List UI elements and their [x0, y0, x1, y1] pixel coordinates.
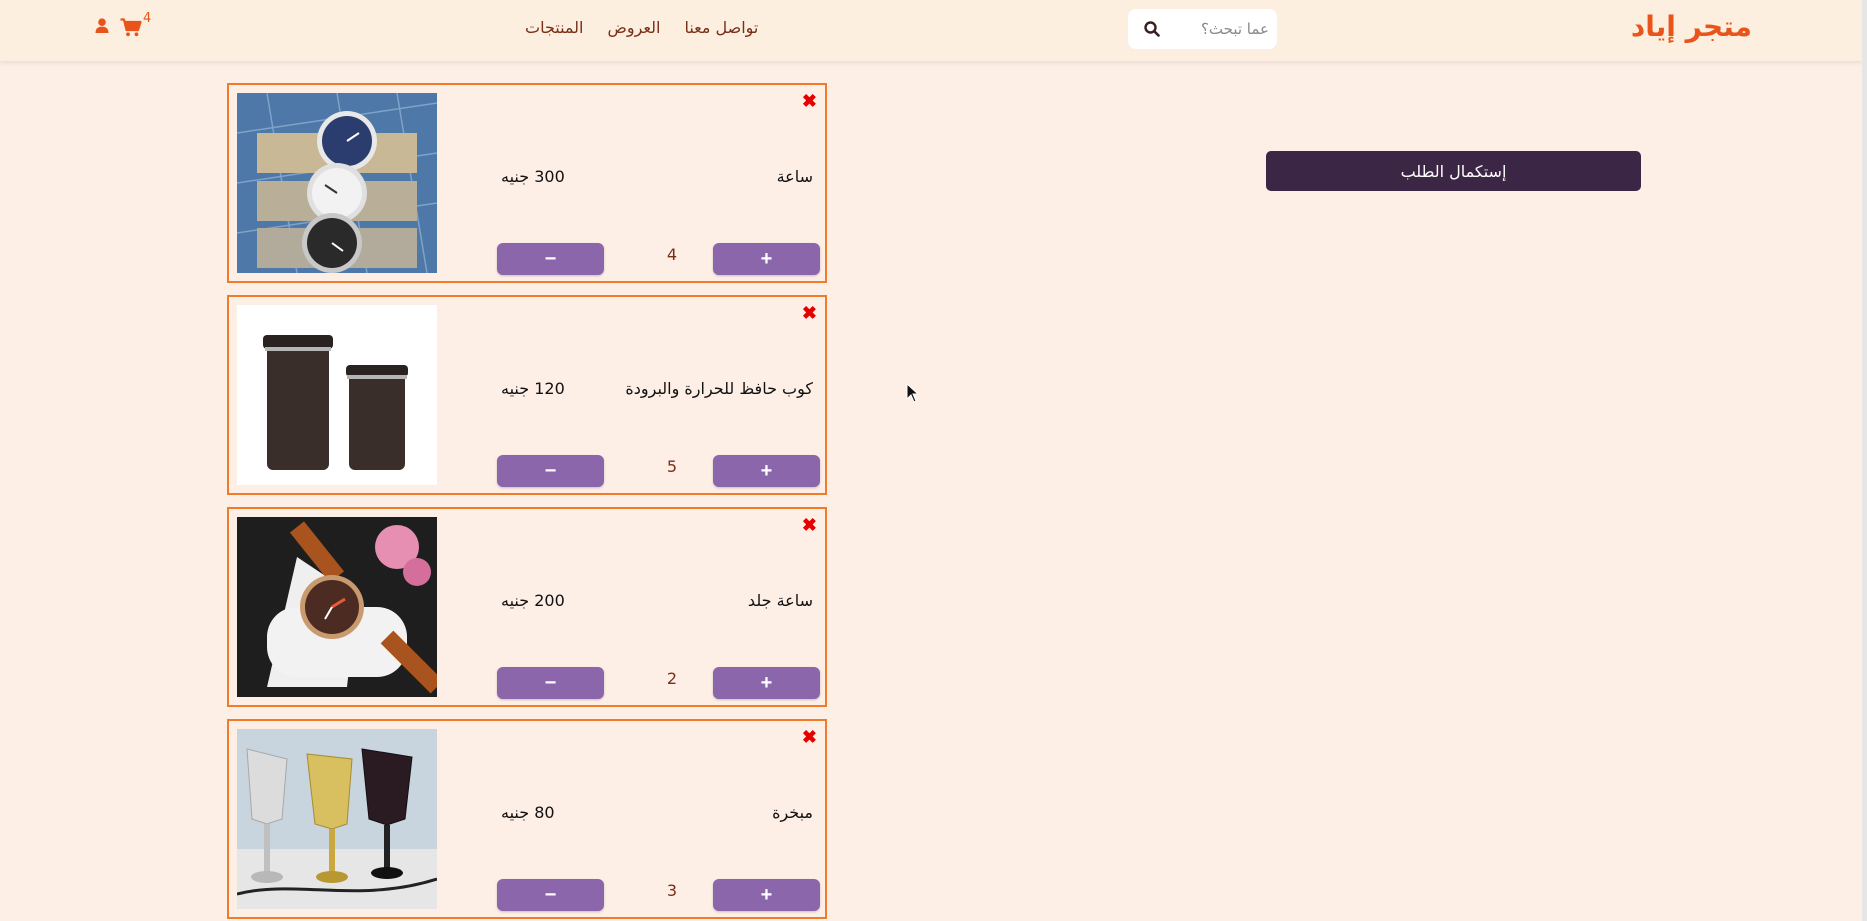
product-image-leather-watch: [237, 517, 437, 697]
scrollbar[interactable]: [1862, 0, 1867, 921]
product-price: 300 جنيه: [501, 167, 565, 186]
increase-qty-button[interactable]: +: [713, 243, 820, 275]
product-image-cup: [237, 305, 437, 485]
product-name: ساعة: [776, 167, 813, 186]
quantity-value: 5: [666, 457, 678, 476]
search-input[interactable]: [1167, 9, 1277, 49]
decrease-qty-button[interactable]: −: [497, 455, 604, 487]
nav-products[interactable]: المنتجات: [525, 18, 584, 37]
cart-icon[interactable]: [120, 18, 142, 41]
quantity-value: 4: [666, 245, 678, 264]
product-image-watch: [237, 93, 437, 273]
cart-count-badge: 4: [143, 11, 152, 26]
nav-contact[interactable]: تواصل معنا: [684, 18, 758, 37]
nav-links: المنتجات العروض تواصل معنا: [525, 18, 758, 37]
quantity-value: 2: [666, 669, 678, 688]
cart-item: ✖ كوب حافظ للحرارة والبرودة 120 جنيه − 5…: [227, 295, 827, 495]
increase-qty-button[interactable]: +: [713, 879, 820, 911]
navbar: متجر إياد المنتجات العروض تواصل معنا 4: [0, 0, 1862, 61]
product-name: ساعة جلد: [747, 591, 813, 610]
user-icon[interactable]: [95, 18, 109, 38]
remove-item-button[interactable]: ✖: [802, 515, 817, 536]
decrease-qty-button[interactable]: −: [497, 879, 604, 911]
search-box: [1128, 9, 1277, 49]
remove-item-button[interactable]: ✖: [802, 91, 817, 112]
decrease-qty-button[interactable]: −: [497, 667, 604, 699]
cart-item: ✖ مبخرة 80 جنيه − 3 +: [227, 719, 827, 919]
quantity-value: 3: [666, 881, 678, 900]
brand-logo[interactable]: متجر إياد: [1631, 10, 1752, 43]
remove-item-button[interactable]: ✖: [802, 303, 817, 324]
product-price: 200 جنيه: [501, 591, 565, 610]
cart-item: ✖ ساعة 300 جنيه − 4 +: [227, 83, 827, 283]
increase-qty-button[interactable]: +: [713, 667, 820, 699]
product-name: كوب حافظ للحرارة والبرودة: [625, 379, 813, 398]
checkout-button[interactable]: إستكمال الطلب: [1266, 151, 1641, 191]
mouse-cursor-icon: [906, 382, 920, 407]
product-price: 120 جنيه: [501, 379, 565, 398]
product-price: 80 جنيه: [501, 803, 555, 822]
search-icon[interactable]: [1137, 21, 1167, 37]
product-name: مبخرة: [772, 803, 813, 822]
remove-item-button[interactable]: ✖: [802, 727, 817, 748]
cart-item: ✖ ساعة جلد 200 جنيه − 2 +: [227, 507, 827, 707]
increase-qty-button[interactable]: +: [713, 455, 820, 487]
nav-offers[interactable]: العروض: [608, 18, 661, 37]
decrease-qty-button[interactable]: −: [497, 243, 604, 275]
product-image-incense-burner: [237, 729, 437, 909]
